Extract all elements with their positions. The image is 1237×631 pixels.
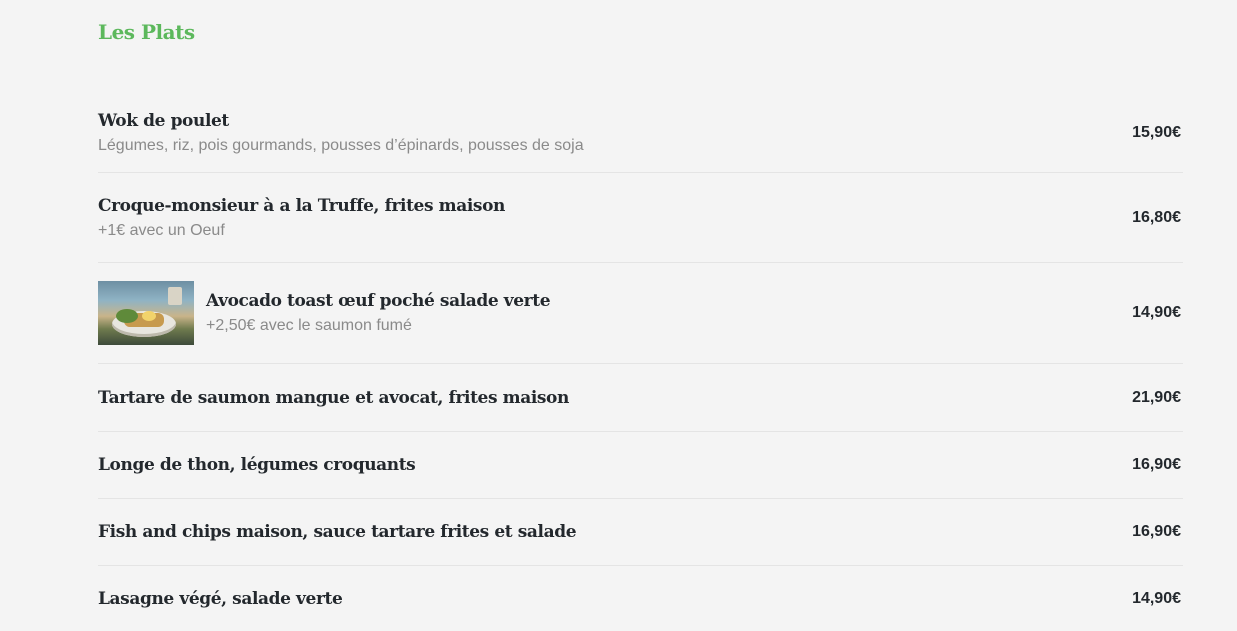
menu-item-price: 14,90€ [1132,304,1181,321]
section-title: Les Plats [98,20,195,44]
menu-item-info: Lasagne végé, salade verte [98,588,343,609]
menu-item: Croque-monsieur à a la Truffe, frites ma… [98,173,1183,263]
menu-item-price: 16,90€ [1132,456,1181,473]
menu-item: Lasagne végé, salade verte 14,90€ [98,566,1183,631]
avocado-toast-photo[interactable] [98,281,194,345]
menu-item-info: Tartare de saumon mangue et avocat, frit… [98,388,569,408]
menu-item-price: 16,80€ [1132,208,1181,226]
menu-item-price: 14,90€ [1132,589,1181,607]
menu-item: Wok de poulet Légumes, riz, pois gourman… [98,93,1183,173]
menu-item-price: 15,90€ [1132,123,1181,141]
menu-item: Tartare de saumon mangue et avocat, frit… [98,364,1183,432]
menu-item-name: Avocado toast œuf poché salade verte [206,291,551,311]
menu-item-info: Avocado toast œuf poché salade verte +2,… [98,281,551,345]
menu-item-text: Wok de poulet Légumes, riz, pois gourman… [98,111,584,155]
menu-item-name: Croque-monsieur à a la Truffe, frites ma… [98,195,505,216]
menu-item-description: +1€ avec un Oeuf [98,221,225,239]
menu-item-price: 21,90€ [1132,388,1181,406]
menu-item-description: Légumes, riz, pois gourmands, pousses d’… [98,136,584,154]
menu-item: Longe de thon, légumes croquants 16,90€ [98,432,1183,499]
menu-item-info: Fish and chips maison, sauce tartare fri… [98,522,577,542]
menu-item-info: Longe de thon, légumes croquants [98,455,416,475]
menu-item-name: Fish and chips maison, sauce tartare fri… [98,522,577,542]
menu-item-info: Croque-monsieur à a la Truffe, frites ma… [98,196,505,240]
menu-item-name: Wok de poulet [98,110,229,131]
menu-item-text: Avocado toast œuf poché salade verte +2,… [206,291,551,335]
menu-item-name: Tartare de saumon mangue et avocat, frit… [98,387,569,408]
menu-item-name: Longe de thon, légumes croquants [98,455,416,475]
menu-item: Avocado toast œuf poché salade verte +2,… [98,263,1183,364]
menu-item: Fish and chips maison, sauce tartare fri… [98,499,1183,566]
menu-item-info: Wok de poulet Légumes, riz, pois gourman… [98,111,584,155]
menu-item-description: +2,50€ avec le saumon fumé [206,317,412,334]
menu-item-price: 16,90€ [1132,523,1181,540]
menu-item-text: Croque-monsieur à a la Truffe, frites ma… [98,196,505,240]
menu-item-name: Lasagne végé, salade verte [98,588,343,609]
